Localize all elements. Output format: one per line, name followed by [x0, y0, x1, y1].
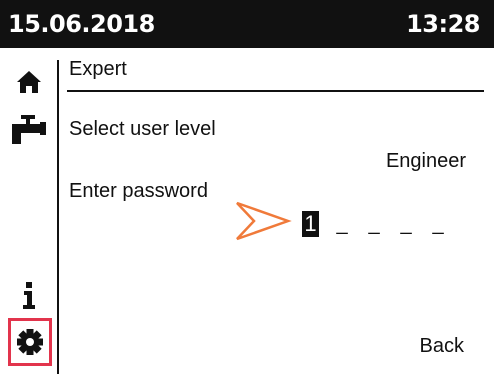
tap-icon: [12, 115, 46, 144]
page-title: Expert: [69, 58, 127, 80]
password-label: Enter password: [69, 180, 208, 202]
back-button[interactable]: Back: [420, 335, 464, 358]
sidebar-item-info[interactable]: [0, 276, 58, 316]
password-digit-active[interactable]: 1: [302, 211, 319, 237]
info-icon: [23, 282, 35, 309]
sidebar-item-settings[interactable]: [8, 318, 52, 366]
password-digit-slot[interactable]: _: [333, 211, 351, 237]
pointer-arrow-icon: [236, 201, 292, 241]
password-input[interactable]: 1 _ _ _ _: [302, 209, 461, 237]
password-digit-slot[interactable]: _: [365, 211, 383, 237]
user-level-value[interactable]: Engineer: [386, 150, 466, 173]
time-display: 13:28: [406, 10, 480, 38]
title-divider: [67, 90, 484, 92]
home-icon: [17, 71, 41, 93]
password-digit-slot[interactable]: _: [429, 211, 447, 237]
user-level-label: Select user level: [69, 118, 216, 140]
main-panel: Expert Select user level Engineer Enter …: [59, 48, 494, 374]
settings-icon: [17, 329, 43, 355]
date-display: 15.06.2018: [8, 10, 155, 38]
sidebar: [0, 48, 59, 374]
sidebar-item-home[interactable]: [0, 62, 58, 102]
sidebar-item-hot-water[interactable]: [0, 108, 58, 154]
password-digit-slot[interactable]: _: [397, 211, 415, 237]
status-bar: 15.06.2018 13:28: [0, 0, 494, 48]
